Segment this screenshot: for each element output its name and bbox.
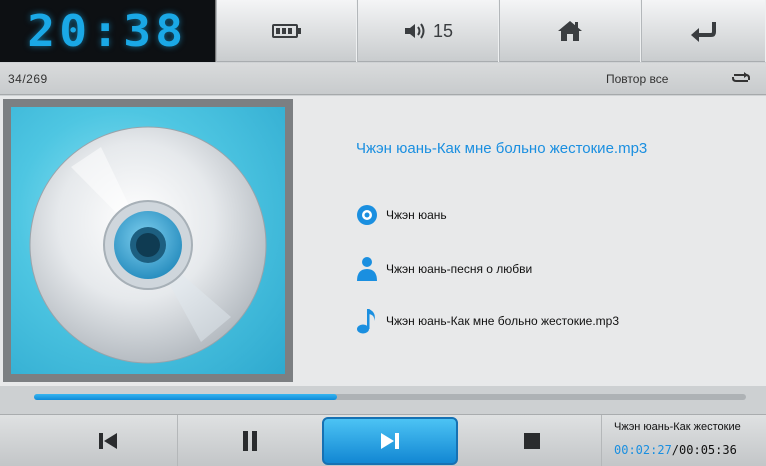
stop-button[interactable] bbox=[462, 415, 602, 466]
previous-button[interactable] bbox=[38, 415, 178, 466]
progress-area bbox=[0, 386, 766, 414]
battery-button[interactable] bbox=[216, 0, 357, 62]
track-title: Чжэн юань-Как мне больно жестокие.mp3 bbox=[356, 140, 648, 157]
album-art-frame bbox=[3, 99, 293, 382]
back-arrow-icon bbox=[690, 22, 716, 42]
next-button[interactable] bbox=[322, 417, 458, 465]
volume-level: 15 bbox=[432, 20, 454, 41]
back-button[interactable] bbox=[641, 0, 766, 62]
playback-controls: Чжэн юань-Как жестокие 00:02:27/00:05:36 bbox=[0, 414, 766, 466]
cd-disc-icon bbox=[29, 126, 267, 364]
file-name: Чжэн юань-Как мне больно жестокие.mp3 bbox=[386, 314, 620, 328]
disc-icon bbox=[357, 205, 377, 225]
repeat-mode-label[interactable]: Повтор все bbox=[606, 72, 668, 86]
stop-icon bbox=[523, 433, 540, 449]
elapsed-time: 00:02:27 bbox=[614, 443, 672, 457]
total-time: 00:05:36 bbox=[679, 443, 737, 457]
home-icon bbox=[558, 21, 582, 41]
time-separator: / bbox=[671, 443, 680, 457]
status-bar: 34/269 Повтор все bbox=[0, 63, 766, 95]
main-panel: Чжэн юань-Как мне больно жестокие.mp3 Чж… bbox=[0, 96, 766, 386]
next-icon bbox=[381, 433, 399, 449]
home-button[interactable] bbox=[499, 0, 641, 62]
music-note-icon bbox=[357, 309, 375, 334]
album-art bbox=[11, 107, 285, 374]
artist-name: Чжэн юань bbox=[386, 208, 447, 222]
now-playing-title: Чжэн юань-Как жестокие bbox=[614, 421, 741, 433]
album-name: Чжэн юань-песня о любви bbox=[386, 262, 533, 276]
speaker-icon bbox=[404, 23, 425, 39]
battery-icon bbox=[271, 24, 301, 38]
artist-row: Чжэн юань bbox=[356, 204, 447, 226]
clock-time: 20:38 bbox=[27, 5, 188, 57]
track-counter: 34/269 bbox=[8, 72, 48, 86]
file-row: Чжэн юань-Как мне больно жестокие.mp3 bbox=[356, 307, 619, 335]
pause-icon bbox=[243, 431, 257, 451]
pause-button[interactable] bbox=[178, 415, 322, 466]
top-bar: 20:38 15 bbox=[0, 0, 766, 62]
previous-icon bbox=[98, 433, 117, 449]
repeat-icon[interactable] bbox=[730, 71, 752, 85]
progress-bar[interactable] bbox=[34, 394, 746, 400]
clock-display: 20:38 bbox=[0, 0, 216, 62]
person-icon bbox=[357, 257, 377, 281]
playback-time: 00:02:27/00:05:36 bbox=[614, 443, 737, 457]
progress-fill bbox=[34, 394, 337, 400]
volume-button[interactable]: 15 bbox=[357, 0, 499, 62]
album-row: Чжэн юань-песня о любви bbox=[356, 256, 532, 282]
